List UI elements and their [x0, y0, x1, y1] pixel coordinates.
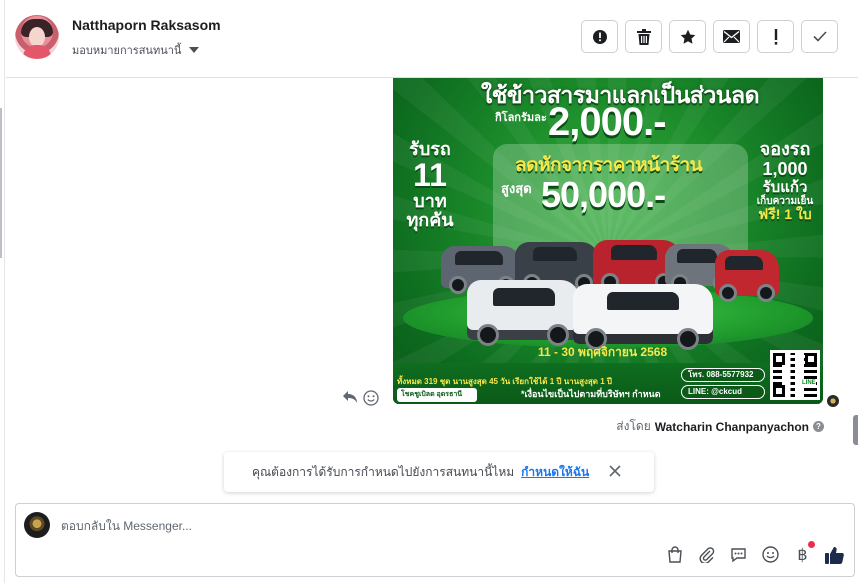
composer-tools: ฿ — [665, 541, 844, 564]
mark-done-button[interactable] — [801, 20, 838, 53]
page-avatar — [24, 512, 50, 538]
conversation-view: Natthaporn Raksasom มอบหมายการสนทนานี้ ใ… — [0, 0, 858, 583]
ad-dealer-logo: โชคชูเบิลด อุดรธานี — [397, 388, 477, 402]
ad-date-range: 11 - 30 พฤศจิกายน 2568 — [538, 345, 668, 359]
assign-label: มอบหมายการสนทนานี้ — [72, 45, 182, 57]
ad-qr-label: LINE — [802, 380, 816, 386]
emoji-icon[interactable] — [761, 545, 780, 564]
contact-name[interactable]: Natthaporn Raksasom — [72, 17, 221, 33]
ad-qr-code: LINE — [770, 350, 820, 400]
ad-per-kg-label: กิโลกรัมละ — [495, 112, 547, 124]
sent-by-prefix: ส่งโดย — [616, 419, 651, 433]
delete-button[interactable] — [625, 20, 662, 53]
ad-car-lineup — [433, 236, 783, 350]
conversation-toolbar — [581, 20, 838, 53]
left-scroll-indicator — [0, 108, 2, 258]
car-white-isuzu — [573, 284, 713, 350]
notification-dot — [808, 541, 815, 548]
contact-avatar[interactable] — [15, 15, 59, 59]
shopping-bag-icon[interactable] — [665, 545, 684, 564]
sender-mini-avatar — [826, 394, 840, 408]
spam-button[interactable] — [581, 20, 618, 53]
exclamation-icon — [774, 28, 777, 45]
ad-phone: โทร. 088-5577932 — [681, 368, 765, 382]
sent-by-line: ส่งโดย Watcharin Chanpanyachon ? — [616, 417, 824, 436]
alert-circle-icon — [592, 29, 607, 44]
thumbs-up-icon[interactable] — [825, 545, 844, 564]
assign-conversation-dropdown[interactable]: มอบหมายการสนทนานี้ — [72, 41, 200, 59]
car-white-ford-raptor — [467, 280, 579, 346]
ad-max-label: สูงสุด — [501, 181, 532, 196]
ad-per-kg-amount: 2,000.- — [548, 100, 667, 144]
reply-composer[interactable]: ตอบกลับใน Messenger... ฿ — [15, 503, 855, 577]
ad-condition: *เงื่อนไขเป็นไปตามที่บริษัทฯ กำหนด — [521, 389, 661, 399]
ad-max-amount: 50,000.- — [541, 174, 666, 215]
assign-prompt-banner: คุณต้องการได้รับการกำหนดไปยังการสนทนานี้… — [224, 452, 654, 492]
ad-right-offer: จองรถ 1,000 รับแก้ว เก็บความเย็น ฟรี! 1 … — [756, 139, 814, 223]
emoji-reaction-icon[interactable] — [363, 390, 379, 406]
ad-left-offer: รับรถ 11 บาท ทุกคัน — [406, 139, 454, 231]
promo-image-attachment[interactable]: ใช้ข้าวสารมาแลกเป็นส่วนลด กิโลกรัมละ 2,0… — [393, 78, 823, 404]
paperclip-icon[interactable] — [697, 545, 716, 564]
trash-icon — [636, 28, 651, 45]
star-button[interactable] — [669, 20, 706, 53]
star-icon — [680, 29, 695, 44]
help-icon[interactable]: ? — [813, 421, 824, 432]
close-icon[interactable] — [608, 464, 622, 478]
ad-line-id: LINE: @ckcud — [681, 385, 765, 399]
car-red-ford — [715, 250, 779, 302]
baht-icon[interactable]: ฿ — [793, 541, 815, 564]
mark-unread-button[interactable] — [713, 20, 750, 53]
check-icon — [812, 31, 827, 42]
left-divider — [0, 0, 5, 583]
scrollbar-thumb[interactable] — [853, 415, 858, 445]
flag-button[interactable] — [757, 20, 794, 53]
envelope-icon — [723, 30, 740, 43]
sent-by-name[interactable]: Watcharin Chanpanyachon — [655, 420, 809, 434]
reply-input[interactable]: ตอบกลับใน Messenger... — [61, 517, 192, 536]
chevron-down-icon — [189, 47, 200, 53]
saved-reply-icon[interactable] — [729, 545, 748, 564]
conversation-header: Natthaporn Raksasom มอบหมายการสนทนานี้ — [6, 0, 858, 78]
assign-prompt-text: คุณต้องการได้รับการกำหนดไปยังการสนทนานี้… — [252, 464, 515, 479]
reply-icon[interactable] — [342, 390, 358, 404]
assign-to-me-link[interactable]: กำหนดให้ฉัน — [521, 463, 589, 482]
message-actions — [342, 390, 379, 406]
